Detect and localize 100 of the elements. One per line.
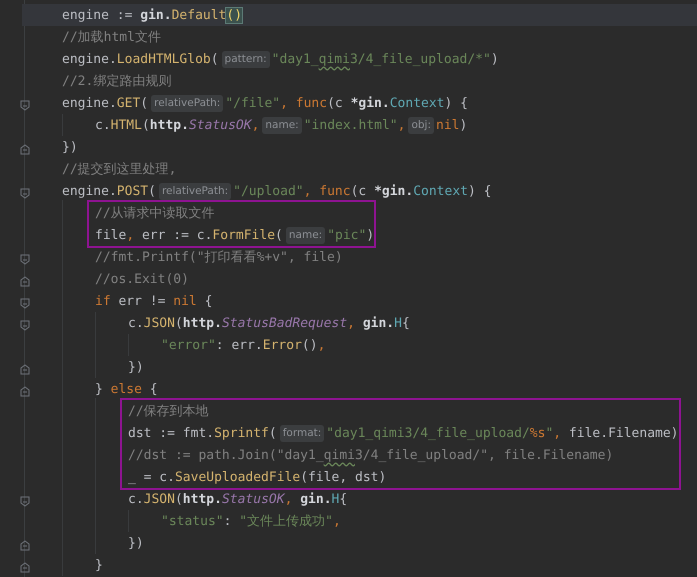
parameter-hint: name:	[286, 226, 326, 244]
fold-icon[interactable]	[20, 298, 30, 309]
code-text: _ = c.	[128, 470, 175, 484]
code-text: )	[460, 118, 468, 132]
fold-icon[interactable]	[20, 188, 30, 199]
misspelled-word: qimi	[324, 448, 355, 462]
code-text: : err.	[216, 338, 263, 352]
comment: //保存到本地	[128, 403, 209, 420]
code-text: engine.	[62, 184, 117, 198]
code-text: engine :=	[62, 8, 134, 22]
string-literal: "index.html"	[304, 118, 398, 132]
code-text: {	[148, 382, 158, 396]
comment: 3/4_file_upload/", file.Filename)	[354, 448, 614, 462]
package-name: gin.	[299, 492, 332, 506]
parameter-hint: pattern:	[222, 50, 270, 68]
fold-icon[interactable]	[20, 144, 30, 155]
code-text: :	[224, 514, 232, 528]
code-text: file	[95, 228, 126, 242]
comment: //dst := path.Join("day1_	[128, 448, 324, 462]
fold-icon[interactable]	[20, 562, 30, 573]
keyword: nil	[436, 118, 460, 132]
parameter-hint: relativePath:	[151, 94, 224, 112]
code-text: (	[140, 96, 148, 110]
type-name: Context	[390, 96, 445, 110]
method-name: Error	[262, 338, 302, 352]
code-text: ) {	[444, 96, 468, 110]
comment: //从请求中读取文件	[95, 205, 215, 222]
code-text: {	[339, 492, 348, 506]
string-literal: "status"	[161, 514, 224, 528]
string-literal: 3/4_file_upload/*"	[350, 52, 491, 66]
fold-icon[interactable]	[20, 496, 30, 507]
code-text: c.	[128, 492, 144, 506]
code-text: (	[268, 426, 277, 440]
code-text: engine.	[62, 96, 117, 110]
comment: //加载html文件	[62, 29, 161, 46]
code-text: (	[210, 52, 219, 66]
code-text: (	[174, 492, 183, 506]
constant-name: StatusOK	[222, 492, 285, 506]
code-text: })	[128, 360, 144, 374]
keyword: , func	[280, 96, 328, 110]
method-name: GET	[116, 96, 140, 110]
fold-icon[interactable]	[20, 540, 30, 551]
keyword: ,	[332, 514, 341, 528]
code-text: (	[148, 184, 156, 198]
code-text: err := c.	[140, 228, 212, 242]
keyword: ,	[553, 426, 562, 440]
matched-brackets: ()	[226, 8, 242, 22]
method-name: Sprintf	[214, 426, 269, 440]
method-name: Default	[172, 8, 226, 22]
type-name: H	[394, 316, 402, 330]
fold-icon[interactable]	[20, 254, 30, 265]
parameter-hint: format:	[280, 424, 324, 442]
code-text: (	[174, 316, 183, 330]
method-name: LoadHTMLGlob	[116, 52, 211, 66]
code-text: }	[95, 382, 104, 396]
package-name: gin.	[362, 316, 394, 330]
fold-icon[interactable]	[20, 320, 30, 331]
package-name: gin.	[140, 8, 172, 22]
method-name: FormFile	[212, 228, 276, 242]
comment: //fmt.Printf("打印看看%+v", file)	[95, 249, 343, 266]
fold-icon[interactable]	[20, 386, 30, 397]
code-text: {	[204, 294, 212, 308]
method-name: JSON	[144, 316, 175, 330]
code-text: (c	[350, 184, 368, 198]
keyword: ,	[252, 118, 260, 132]
code-text: (	[142, 118, 150, 132]
code-text: ()	[302, 338, 318, 352]
string-literal: "error"	[161, 338, 216, 352]
type-name: H	[332, 492, 340, 506]
package-name: http.	[182, 316, 222, 330]
code-text: (	[275, 228, 283, 242]
method-name: POST	[116, 184, 148, 198]
parameter-hint: name:	[262, 116, 302, 134]
fold-icon[interactable]	[20, 100, 30, 111]
comment: //提交到这里处理,	[62, 161, 176, 178]
constant-name: StatusOK	[188, 118, 252, 132]
string-literal: "/file"	[225, 96, 280, 110]
string-literal: "	[545, 426, 554, 440]
constant-name: StatusBadRequest	[222, 316, 348, 330]
method-name: JSON	[144, 492, 175, 506]
parameter-hint: relativePath:	[158, 182, 232, 200]
code-text: })	[128, 536, 144, 550]
code-text: (file, dst)	[300, 470, 386, 484]
fold-icon[interactable]	[20, 276, 30, 287]
keyword: , func	[304, 184, 351, 198]
keyword: ,	[398, 118, 406, 132]
keyword: nil	[173, 294, 197, 308]
code-text: dst := fmt.	[128, 426, 214, 440]
string-literal: "/upload"	[233, 184, 304, 198]
package-name: http.	[182, 492, 222, 506]
code-text: ) {	[468, 184, 492, 198]
fold-icon[interactable]	[20, 364, 30, 375]
code-text: )	[366, 228, 374, 242]
keyword: else	[110, 382, 142, 396]
package-name: *gin.	[350, 96, 390, 110]
comment: //2.绑定路由规则	[62, 73, 172, 90]
method-name: HTML	[110, 118, 142, 132]
comment: //os.Exit(0)	[95, 272, 189, 286]
keyword: if	[95, 294, 111, 308]
keyword: ,	[347, 316, 355, 330]
